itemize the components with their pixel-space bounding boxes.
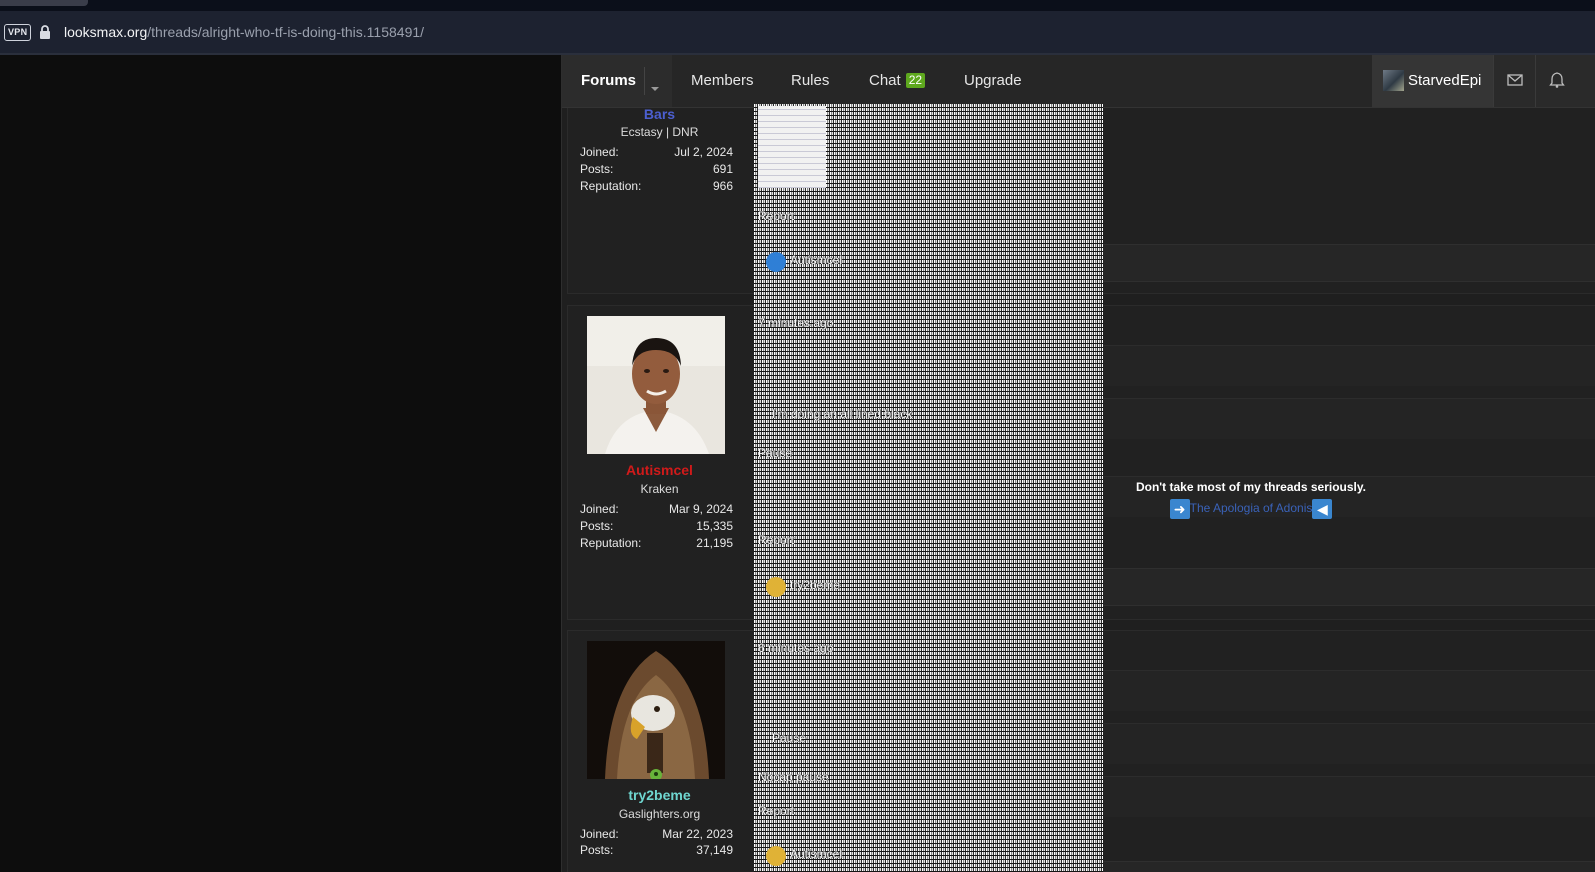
post-body: Nocap pause (758, 770, 829, 784)
url-path: /threads/alright-who-tf-is-doing-this.11… (147, 24, 425, 40)
avatar[interactable] (587, 316, 725, 454)
browser-tab[interactable] (0, 0, 88, 6)
account-menu[interactable]: StarvedEpi (1372, 55, 1493, 107)
signature-link[interactable]: The Apologia of Adonis (1190, 501, 1313, 515)
report-link[interactable]: Report (758, 533, 794, 547)
nav-chat-label: Chat (869, 72, 901, 89)
bell-icon (1549, 72, 1565, 88)
nav-forums[interactable]: Forums (562, 55, 672, 107)
signature-title: Don't take most of my threads seriously. (1135, 480, 1367, 494)
post-time[interactable]: 6 minutes ago (758, 641, 833, 655)
nav-upgrade[interactable]: Upgrade (964, 55, 1022, 107)
user-title: Gaslighters.org (618, 807, 701, 821)
account-username: StarvedEpi (1408, 72, 1482, 89)
stat-posts: Posts: 691 (580, 162, 733, 176)
username[interactable]: Bars (568, 106, 751, 122)
envelope-icon (1507, 74, 1523, 86)
alerts-button[interactable] (1535, 55, 1595, 107)
avatar (1383, 70, 1404, 91)
stat-posts: Posts: 37,149 (580, 843, 733, 857)
arrow-right-icon: ➜ (1169, 499, 1190, 519)
inbox-button[interactable] (1493, 55, 1536, 107)
reaction-by[interactable]: try2beme (790, 578, 840, 592)
nav-forums-label: Forums (581, 72, 637, 89)
signature-link-row: ➜ The Apologia of Adonis ◀ (1121, 499, 1381, 519)
user-title: Ecstasy | DNR (620, 125, 699, 139)
nav-members[interactable]: Members (691, 55, 754, 107)
reaction-by[interactable]: Autismcel (790, 253, 842, 267)
username[interactable]: try2beme (568, 787, 751, 803)
report-link[interactable]: Report (758, 804, 794, 818)
arrow-left-icon: ◀ (1312, 499, 1333, 519)
url-text[interactable]: looksmax.org/threads/alright-who-tf-is-d… (64, 23, 424, 41)
stat-posts: Posts: 15,335 (580, 519, 733, 533)
post-body: Pause (758, 446, 793, 460)
quote-text: I'm doing an all lined black (772, 407, 913, 421)
stat-joined: Joined: Mar 9, 2024 (580, 502, 733, 516)
stat-joined: Joined: Mar 22, 2023 (580, 827, 733, 841)
reaction-by[interactable]: Autismcel (790, 847, 842, 861)
lock-icon[interactable] (38, 24, 52, 40)
wow-reaction-icon (766, 846, 786, 866)
wow-reaction-icon (766, 577, 786, 597)
attachment-thumbnail[interactable] (758, 106, 826, 188)
address-bar[interactable]: VPN looksmax.org/threads/alright-who-tf-… (0, 11, 1595, 53)
chat-count-badge: 22 (905, 73, 926, 88)
browser-tab-strip (0, 0, 1595, 11)
nav-rules[interactable]: Rules (791, 55, 829, 107)
stat-reputation: Reputation: 21,195 (580, 536, 733, 550)
stat-joined: Joined: Jul 2, 2024 (580, 145, 733, 159)
vpn-badge[interactable]: VPN (4, 24, 32, 41)
nav-chat[interactable]: Chat 22 (869, 55, 926, 107)
chevron-down-icon[interactable] (644, 70, 666, 92)
signature: Don't take most of my threads seriously.… (1121, 480, 1381, 519)
like-reaction-icon (766, 252, 786, 272)
stat-reputation: Reputation: 966 (580, 179, 733, 193)
user-title: Kraken (640, 482, 679, 496)
glitched-content-area: Report Autismcel 7 minutes ago I'm doing… (754, 104, 1103, 872)
username[interactable]: Autismcel (568, 462, 751, 478)
quote-text: Pause (772, 731, 807, 745)
post-time[interactable]: 7 minutes ago (758, 316, 833, 330)
url-host: looksmax.org (64, 24, 148, 40)
forum-navbar: Forums Members Rules Chat 22 Upgrade Star… (562, 55, 1595, 108)
report-link[interactable]: Report (758, 209, 794, 223)
avatar[interactable] (587, 641, 725, 781)
